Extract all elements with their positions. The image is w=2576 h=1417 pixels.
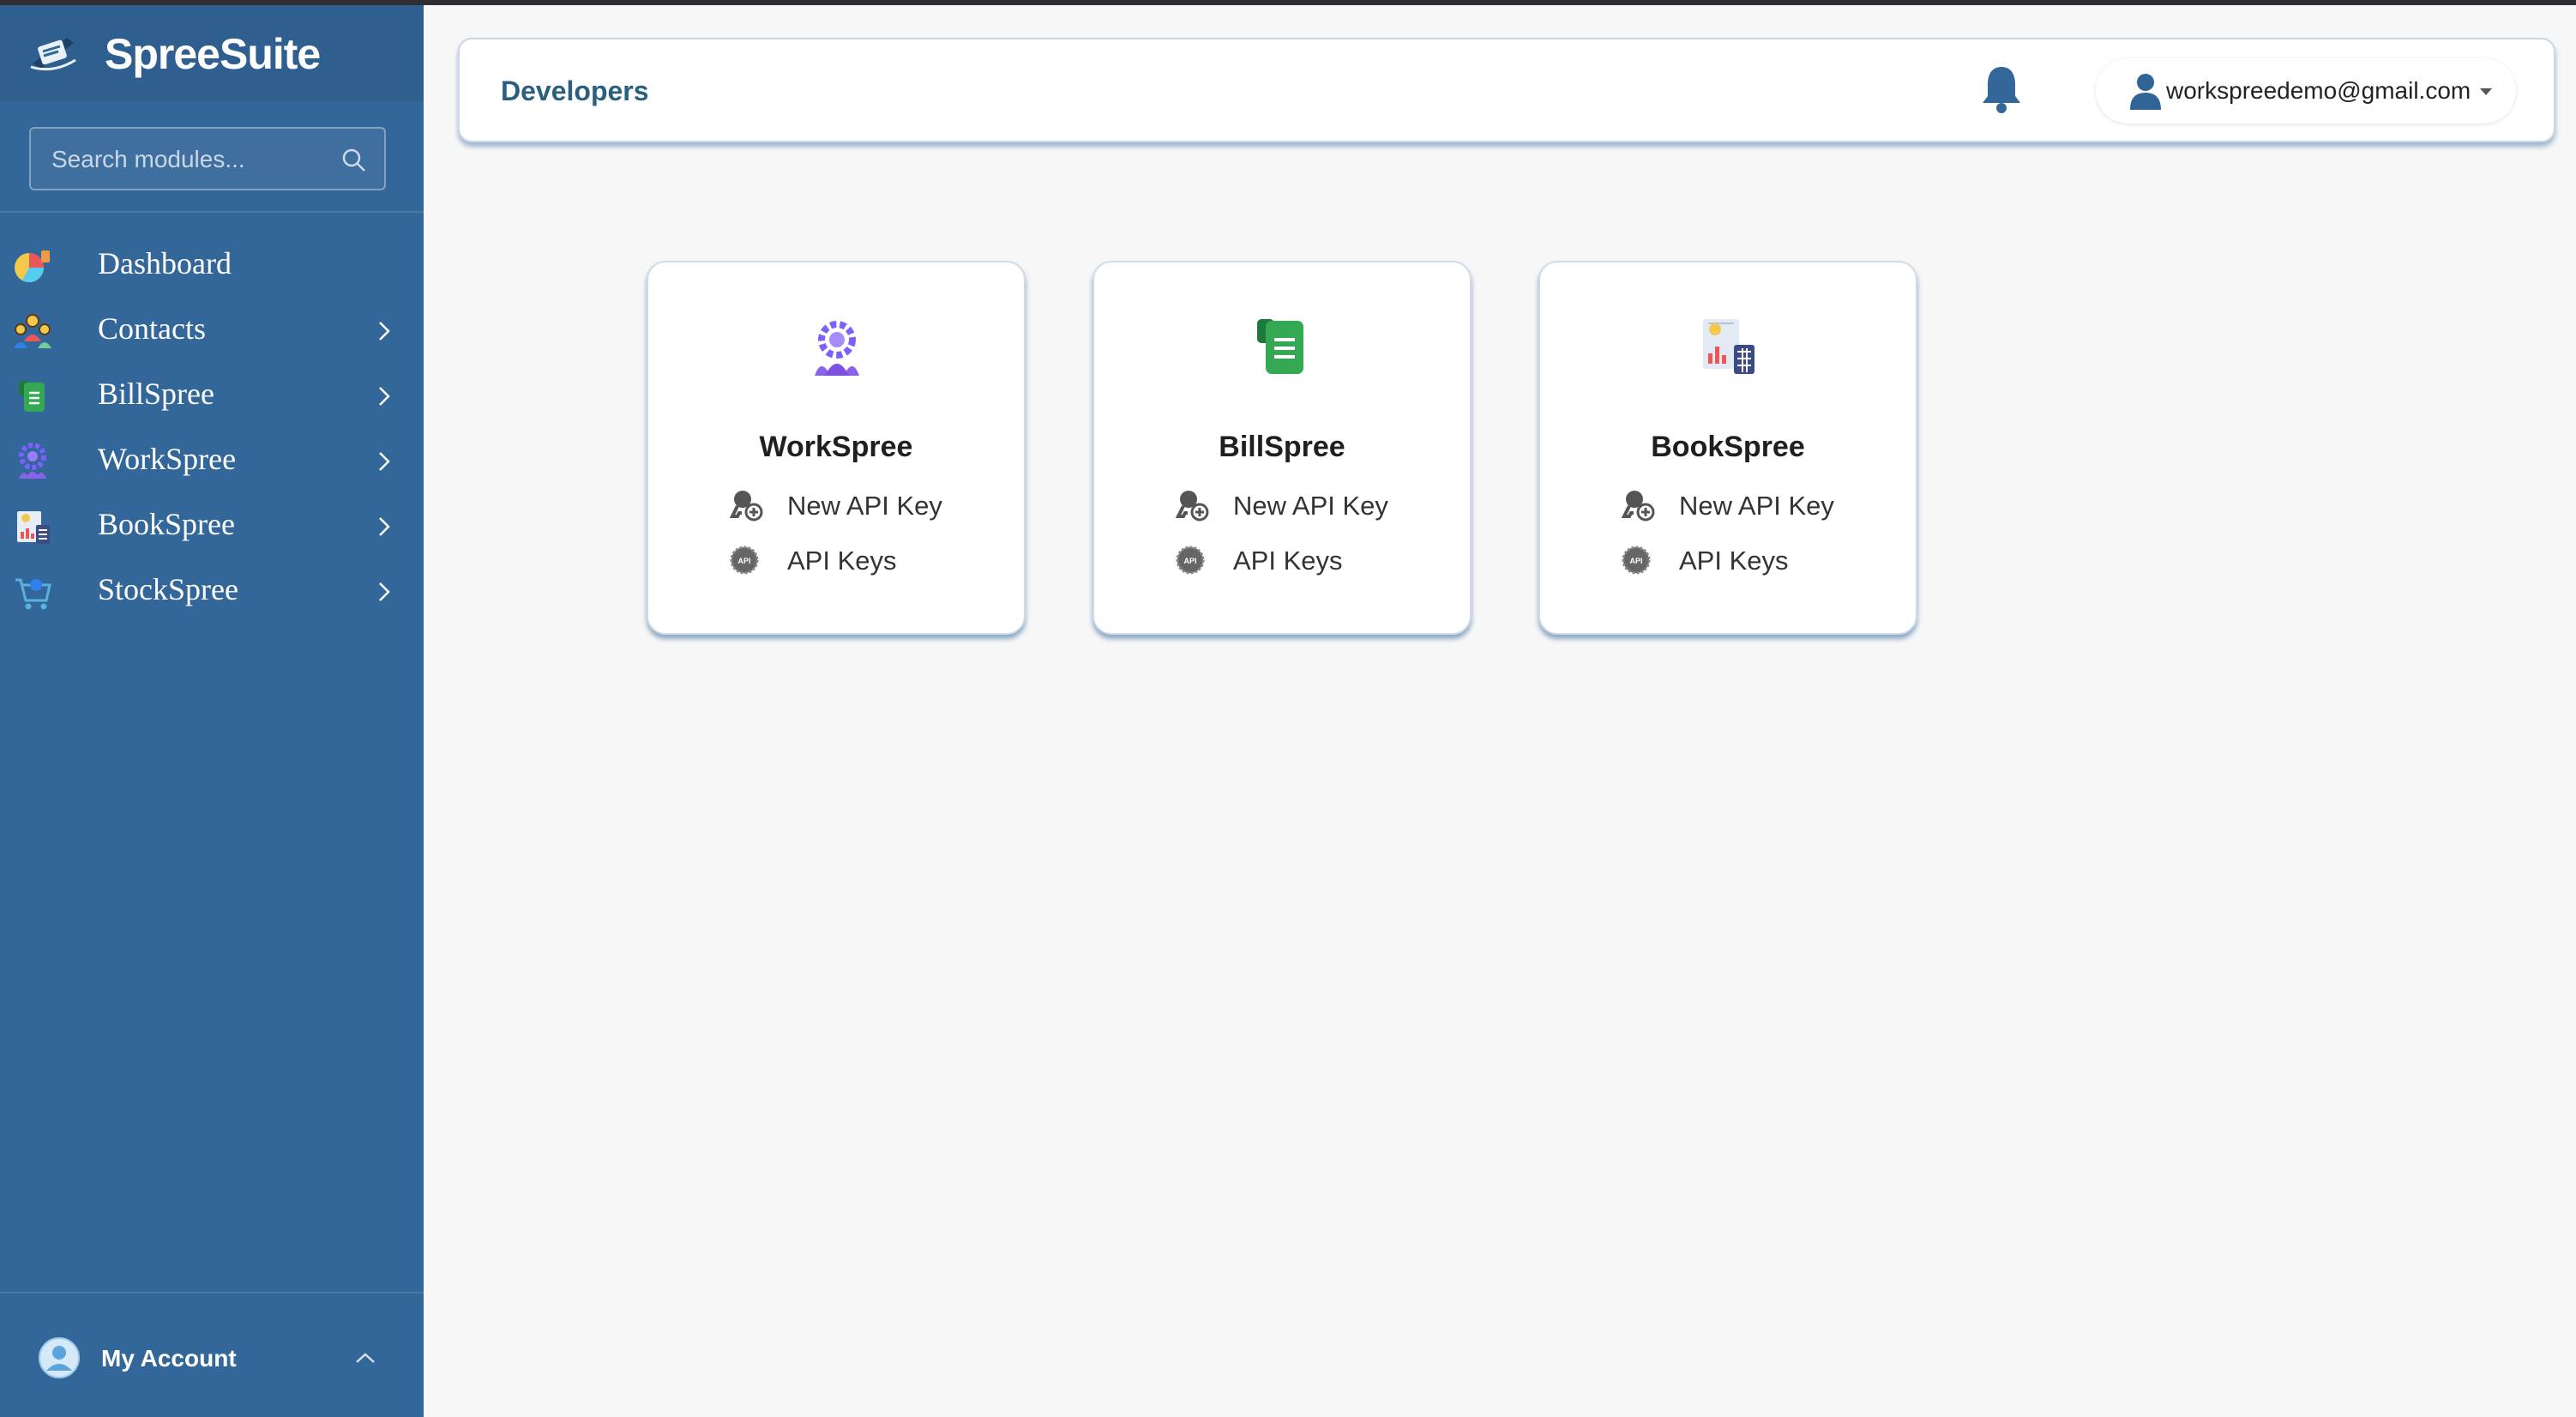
sidebar-item-billspree[interactable]: BillSpree [0, 364, 424, 429]
key-user-add-icon [1175, 491, 1209, 522]
sidebar-nav: Dashboard Contacts BillSpree WorkSpree B… [0, 233, 424, 624]
sidebar-item-label: BillSpree [98, 377, 214, 411]
new-api-key-label: New API Key [1233, 491, 1388, 521]
user-menu[interactable]: workspreedemo@gmail.com [2096, 58, 2516, 124]
billspree-document-icon [19, 381, 45, 412]
api-keys-label: API Keys [1233, 546, 1343, 576]
chevron-right-icon[interactable] [372, 449, 396, 473]
top-header: Developers workspreedemo@gmail.com [458, 38, 2555, 142]
bell-icon[interactable] [1976, 62, 2027, 117]
sidebar: SpreeSuite Dashboard [0, 5, 424, 1417]
user-circle-icon [39, 1337, 80, 1378]
new-api-key-label: New API Key [787, 491, 942, 521]
spreesuite-logo-icon [30, 38, 76, 71]
contacts-people-icon [14, 314, 51, 348]
api-badge-icon: API [730, 546, 759, 575]
card-title: BillSpree [1219, 431, 1345, 463]
bookspree-ledger-icon [1703, 319, 1754, 374]
user-email: workspreedemo@gmail.com [2166, 77, 2471, 104]
sidebar-item-workspree[interactable]: WorkSpree [0, 429, 424, 494]
my-account-label: My Account [101, 1345, 237, 1372]
key-user-add-icon [1621, 491, 1655, 522]
brand-header: SpreeSuite [0, 5, 424, 101]
my-account-toggle[interactable]: My Account [0, 1326, 424, 1403]
svg-text:API: API [737, 557, 750, 565]
sidebar-item-label: WorkSpree [98, 442, 237, 476]
card-title: BookSpree [1651, 431, 1805, 463]
chevron-right-icon[interactable] [372, 580, 396, 604]
app-name[interactable]: SpreeSuite [105, 29, 321, 79]
chevron-right-icon[interactable] [372, 515, 396, 539]
sidebar-item-dashboard[interactable]: Dashboard [0, 233, 424, 298]
chevron-right-icon[interactable] [372, 384, 396, 408]
workspree-gear-people-icon [815, 321, 859, 376]
card-title: WorkSpree [759, 431, 913, 463]
sidebar-item-stockspree[interactable]: StockSpree [0, 559, 424, 624]
chevron-up-icon[interactable] [353, 1347, 377, 1371]
key-user-add-icon [729, 491, 763, 522]
api-card-workspree: WorkSpree New API Key API API Keys [647, 261, 1026, 635]
sidebar-item-bookspree[interactable]: BookSpree [0, 494, 424, 559]
module-search [29, 127, 386, 190]
sidebar-item-label: Contacts [98, 311, 206, 346]
billspree-document-icon [1257, 319, 1303, 374]
chevron-right-icon[interactable] [372, 319, 396, 343]
caret-down-icon [2480, 88, 2492, 95]
search-icon[interactable] [341, 148, 367, 173]
new-api-key-label: New API Key [1679, 491, 1834, 521]
sidebar-item-label: Dashboard [98, 246, 232, 280]
bookspree-ledger-icon [17, 511, 50, 544]
search-input[interactable] [31, 129, 353, 190]
dashboard-pie-icon [15, 250, 50, 282]
api-keys-label: API Keys [787, 546, 897, 576]
sidebar-item-label: StockSpree [98, 572, 238, 606]
api-keys-label: API Keys [1679, 546, 1789, 576]
sidebar-item-contacts[interactable]: Contacts [0, 298, 424, 364]
api-card-billspree: BillSpree New API Key API API Keys [1092, 261, 1472, 635]
api-badge-icon: API [1176, 546, 1205, 575]
api-card-bookspree: BookSpree New API Key API API Keys [1538, 261, 1917, 635]
page-title: Developers [501, 75, 649, 106]
sidebar-divider [0, 211, 424, 213]
svg-text:API: API [1629, 557, 1642, 565]
stockspree-cart-icon [15, 578, 51, 610]
sidebar-item-label: BookSpree [98, 507, 235, 541]
account-divider [0, 1292, 424, 1293]
api-badge-icon: API [1622, 546, 1651, 575]
user-icon [2130, 74, 2161, 110]
svg-text:API: API [1183, 557, 1196, 565]
workspree-gear-people-icon [19, 443, 46, 479]
